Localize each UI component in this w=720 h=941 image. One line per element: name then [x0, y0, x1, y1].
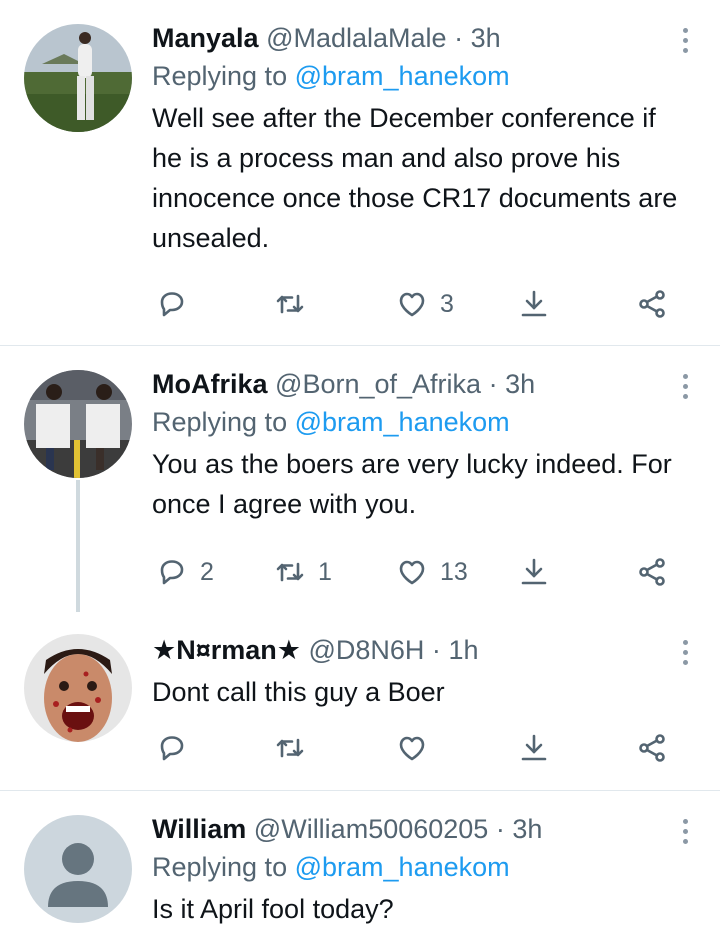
- user-handle[interactable]: @William50060205: [254, 814, 489, 844]
- more-options-icon: [682, 640, 688, 645]
- reply-icon: [160, 292, 184, 317]
- tweet-text: You as the boers are very lucky indeed. …: [152, 449, 672, 519]
- mention-link[interactable]: @bram_hanekom: [295, 852, 510, 882]
- more-options-button[interactable]: [680, 374, 690, 399]
- reply-button[interactable]: 2: [156, 552, 214, 592]
- default-avatar-icon: [24, 815, 132, 923]
- reply-icon: [160, 736, 184, 761]
- reply-button[interactable]: [156, 284, 200, 324]
- tweet-text: Is it April fool today?: [152, 894, 394, 924]
- share-button[interactable]: [636, 552, 668, 592]
- like-count: 13: [440, 557, 468, 586]
- action-bar: [152, 728, 692, 768]
- like-button[interactable]: 3: [396, 284, 454, 324]
- share-icon: [639, 558, 665, 586]
- like-count: 3: [440, 289, 454, 318]
- more-options-icon: [682, 28, 688, 33]
- tweet[interactable]: MoAfrika @Born_of_Afrika · 3h Replying t…: [0, 346, 720, 612]
- retweet-icon: [276, 738, 304, 758]
- more-options-button[interactable]: [680, 640, 690, 665]
- replying-to-label: Replying to: [152, 407, 288, 437]
- like-button[interactable]: [396, 728, 428, 768]
- share-button[interactable]: [636, 284, 668, 324]
- separator-dot: ·: [454, 23, 464, 53]
- heart-icon: [399, 292, 425, 317]
- timestamp[interactable]: 3h: [505, 369, 535, 399]
- bookmark-download-icon: [521, 290, 547, 317]
- timestamp[interactable]: 3h: [471, 23, 501, 53]
- retweet-icon: [276, 294, 304, 314]
- avatar[interactable]: [24, 815, 132, 923]
- reply-button[interactable]: [156, 728, 188, 768]
- share-icon: [639, 290, 665, 318]
- more-options-icon: [682, 374, 688, 379]
- retweet-icon: [276, 562, 304, 582]
- action-bar: 3: [152, 284, 692, 324]
- display-name[interactable]: MoAfrika: [152, 369, 268, 399]
- avatar[interactable]: [24, 24, 132, 132]
- tweet-header: Manyala @MadlalaMale · 3h: [152, 22, 680, 54]
- display-name[interactable]: Manyala: [152, 23, 259, 53]
- tweet-header: William @William50060205 · 3h: [152, 813, 680, 845]
- more-options-button[interactable]: [680, 28, 690, 53]
- bookmark-button[interactable]: [518, 728, 550, 768]
- retweet-button[interactable]: 1: [274, 552, 332, 592]
- separator-dot: ·: [495, 814, 505, 844]
- share-button[interactable]: [636, 728, 668, 768]
- like-button[interactable]: 13: [396, 552, 468, 592]
- heart-icon: [399, 736, 425, 761]
- reply-count: 2: [200, 557, 214, 586]
- replying-to-label: Replying to: [152, 852, 288, 882]
- tweet-text: Dont call this guy a Boer: [152, 677, 445, 707]
- tweet[interactable]: William @William50060205 · 3h Replying t…: [0, 791, 720, 941]
- replying-to: Replying to @bram_hanekom: [152, 849, 680, 885]
- mention-link[interactable]: @bram_hanekom: [295, 407, 510, 437]
- bookmark-download-icon: [521, 558, 547, 585]
- action-bar: 2 1 13: [152, 552, 692, 592]
- avatar[interactable]: [24, 634, 132, 742]
- tweet[interactable]: Manyala @MadlalaMale · 3h Replying to @b…: [0, 0, 720, 345]
- user-handle[interactable]: @MadlalaMale: [266, 23, 446, 53]
- more-options-icon: [682, 819, 688, 824]
- replying-to: Replying to @bram_hanekom: [152, 58, 680, 94]
- separator-dot: ·: [431, 635, 441, 665]
- separator-dot: ·: [488, 369, 498, 399]
- bookmark-download-icon: [521, 734, 547, 761]
- tweet[interactable]: ★N¤rman★ @D8N6H · 1h Dont call this guy …: [0, 610, 720, 790]
- tweet-text: Well see after the December conference i…: [152, 103, 678, 253]
- tweet-header: ★N¤rman★ @D8N6H · 1h: [152, 634, 680, 666]
- tweet-header: MoAfrika @Born_of_Afrika · 3h: [152, 368, 680, 400]
- retweet-button[interactable]: [274, 284, 318, 324]
- replying-to: Replying to @bram_hanekom: [152, 404, 680, 440]
- reply-icon: [160, 560, 184, 585]
- timestamp[interactable]: 3h: [512, 814, 542, 844]
- display-name[interactable]: William: [152, 814, 246, 844]
- timestamp[interactable]: 1h: [448, 635, 478, 665]
- retweet-count: 1: [318, 557, 332, 586]
- user-handle[interactable]: @D8N6H: [308, 635, 424, 665]
- heart-icon: [399, 560, 425, 585]
- more-options-button[interactable]: [680, 819, 690, 844]
- bookmark-button[interactable]: [518, 284, 550, 324]
- mention-link[interactable]: @bram_hanekom: [295, 61, 510, 91]
- thread-connector: [76, 480, 80, 612]
- bookmark-button[interactable]: [518, 552, 550, 592]
- display-name[interactable]: ★N¤rman★: [152, 635, 301, 665]
- share-icon: [639, 734, 665, 762]
- avatar[interactable]: [24, 370, 132, 478]
- user-handle[interactable]: @Born_of_Afrika: [275, 369, 481, 399]
- replying-to-label: Replying to: [152, 61, 288, 91]
- retweet-button[interactable]: [274, 728, 306, 768]
